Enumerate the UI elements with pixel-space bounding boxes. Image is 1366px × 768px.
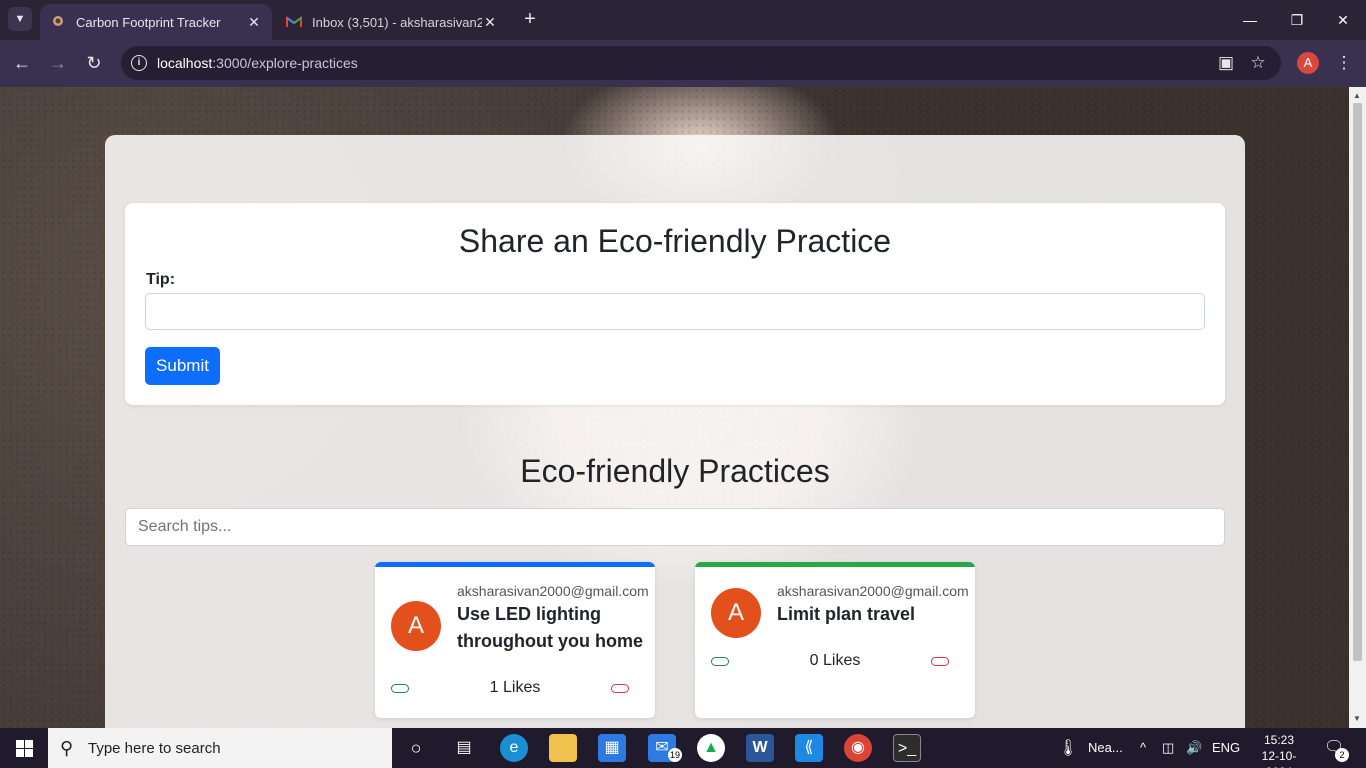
close-tab-icon[interactable]: ✕ <box>482 14 498 31</box>
url-text: localhost:3000/explore-practices <box>157 55 358 71</box>
tab-title: Inbox (3,501) - aksharasivan2000@gmail.c… <box>312 14 482 30</box>
edge-icon[interactable]: e <box>500 734 528 762</box>
install-app-icon[interactable]: ▣ <box>1214 51 1238 75</box>
system-clock[interactable]: 15:23 12-10-2024 <box>1254 732 1304 768</box>
volume-icon[interactable]: 🔊 <box>1186 740 1202 756</box>
close-tab-icon[interactable]: ✕ <box>246 14 262 31</box>
clock-date: 12-10-2024 <box>1261 749 1297 768</box>
taskbar-search-box[interactable]: ⚲ Type here to search <box>48 728 392 768</box>
profile-avatar[interactable]: A <box>1297 52 1319 74</box>
microsoft-store-icon[interactable]: ▦ <box>598 734 626 762</box>
user-avatar: A <box>711 588 761 638</box>
card-accent-bar <box>695 562 975 567</box>
scroll-down-icon[interactable]: ▼ <box>1353 714 1361 723</box>
chrome-icon[interactable]: ◉ <box>844 734 872 762</box>
network-icon[interactable]: ◫ <box>1162 740 1174 756</box>
tip-label: Tip: <box>146 271 176 288</box>
share-practice-card: Share an Eco-friendly Practice Tip: Subm… <box>125 203 1225 405</box>
restore-icon[interactable]: ❐ <box>1285 8 1309 32</box>
practices-heading: Eco-friendly Practices <box>520 453 830 489</box>
close-window-icon[interactable]: ✕ <box>1331 8 1355 32</box>
terminal-icon[interactable]: >_ <box>893 734 921 762</box>
weather-icon[interactable]: 🌡 <box>1058 738 1078 758</box>
dislike-button[interactable] <box>931 657 949 666</box>
weather-text[interactable]: Nea... <box>1088 740 1123 755</box>
language-indicator[interactable]: ENG <box>1212 740 1240 755</box>
forward-arrow-icon[interactable]: → <box>46 51 70 75</box>
browser-toolbar: ← → ↻ i localhost:3000/explore-practices… <box>0 40 1366 87</box>
browser-menu-icon[interactable]: ⋮ <box>1332 51 1356 75</box>
scrollbar-thumb[interactable] <box>1353 103 1362 661</box>
minimize-icon[interactable]: — <box>1238 8 1262 32</box>
tab-title: Carbon Footprint Tracker <box>76 14 221 30</box>
practice-card: A aksharasivan2000@gmail.com Limit plan … <box>695 562 975 718</box>
notification-badge: 2 <box>1335 748 1349 762</box>
mail-badge: 19 <box>668 748 682 762</box>
user-avatar: A <box>391 601 441 651</box>
site-favicon-icon <box>50 14 66 30</box>
page-viewport: Share an Eco-friendly Practice Tip: Subm… <box>0 87 1349 728</box>
tip-input[interactable] <box>145 293 1205 330</box>
card-accent-bar <box>375 562 655 567</box>
word-icon[interactable]: W <box>746 734 774 762</box>
url-path: :3000/explore-practices <box>212 55 358 71</box>
vscode-icon[interactable]: ⟪ <box>795 734 823 762</box>
search-icon: ⚲ <box>60 738 74 758</box>
mongodb-compass-icon[interactable]: ▲ <box>697 734 725 762</box>
gmail-icon <box>286 14 302 30</box>
site-info-icon[interactable]: i <box>131 55 147 71</box>
url-host: localhost <box>157 55 213 71</box>
reload-icon[interactable]: ↻ <box>82 51 106 75</box>
page-scrollbar[interactable]: ▲ ▼ <box>1349 87 1366 728</box>
new-tab-button[interactable]: + <box>518 8 542 32</box>
bookmark-star-icon[interactable]: ☆ <box>1246 51 1270 75</box>
cortana-icon[interactable]: ○ <box>402 734 430 762</box>
browser-tab-bar: ▼ Carbon Footprint Tracker ✕ Inbox (3,50… <box>0 0 1366 40</box>
tab-search-button[interactable]: ▼ <box>8 7 32 31</box>
tab-gmail-inbox[interactable]: Inbox (3,501) - aksharasivan2000@gmail.c… <box>276 4 508 40</box>
main-container: Share an Eco-friendly Practice Tip: Subm… <box>105 135 1245 728</box>
tab-carbon-footprint-tracker[interactable]: Carbon Footprint Tracker ✕ <box>40 4 272 40</box>
scroll-up-icon[interactable]: ▲ <box>1353 91 1361 100</box>
search-tips-input[interactable]: Search tips... <box>125 508 1225 546</box>
file-explorer-icon[interactable] <box>549 734 577 762</box>
dislike-button[interactable] <box>611 684 629 693</box>
show-hidden-icons-icon[interactable]: ^ <box>1140 740 1146 755</box>
share-heading: Share an Eco-friendly Practice <box>458 223 892 259</box>
practice-text: Limit plan travel <box>777 604 916 624</box>
practice-text: Use LED lighting throughout you home <box>457 604 643 651</box>
author-email: aksharasivan2000@gmail.com <box>457 583 649 599</box>
author-email: aksharasivan2000@gmail.com <box>777 583 969 599</box>
task-view-icon[interactable]: ▤ <box>450 734 478 762</box>
practice-card: A aksharasivan2000@gmail.com Use LED lig… <box>375 562 655 718</box>
clock-time: 15:23 <box>1263 733 1295 747</box>
back-arrow-icon[interactable]: ← <box>10 51 34 75</box>
taskbar-search-placeholder: Type here to search <box>88 740 221 757</box>
submit-button[interactable]: Submit <box>145 347 220 385</box>
address-bar[interactable]: i localhost:3000/explore-practices <box>121 46 1281 80</box>
windows-start-icon[interactable] <box>16 740 33 757</box>
windows-taskbar: ⚲ Type here to search ○ ▤ e ▦ ✉ 19 ▲ W ⟪… <box>0 728 1366 768</box>
